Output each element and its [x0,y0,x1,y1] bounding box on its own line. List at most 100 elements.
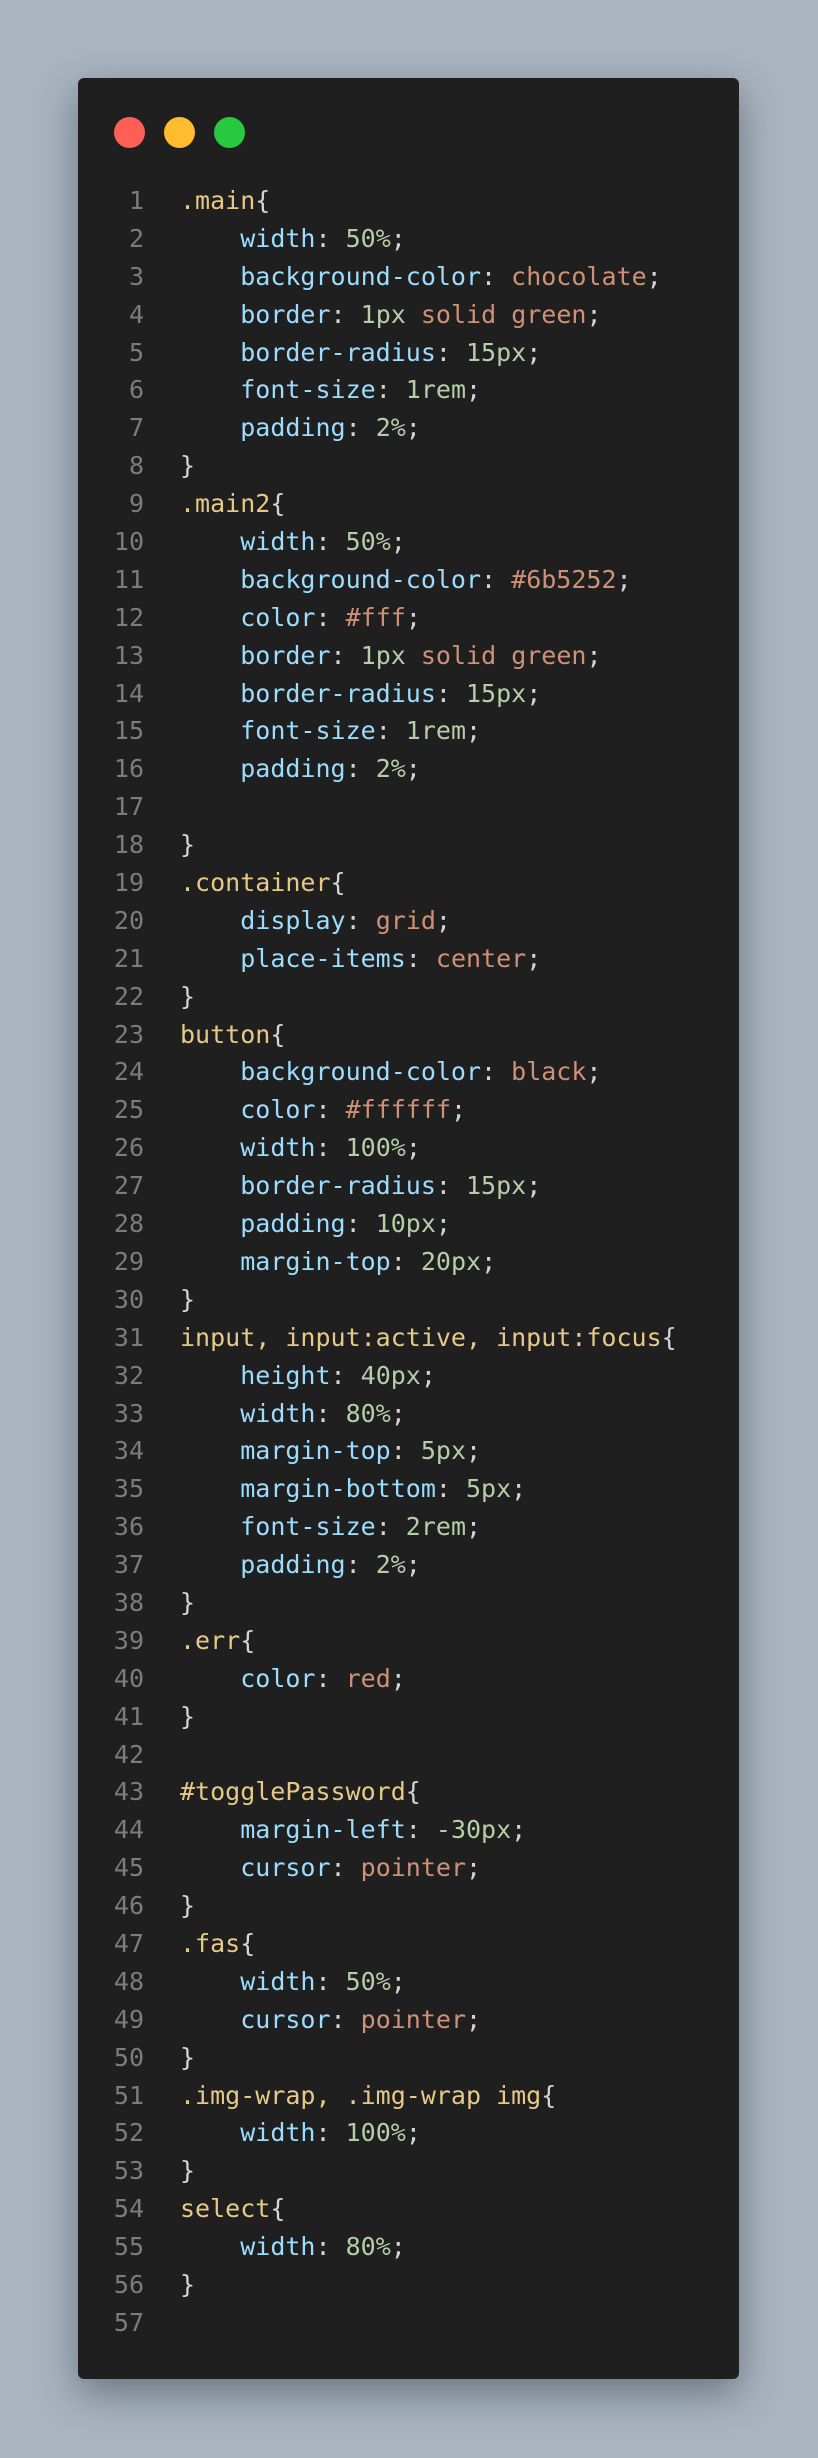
line-number: 5 [128,337,144,367]
line-number: 32 [113,1360,144,1390]
line-number: 36 [113,1512,144,1542]
code-token: ; [435,905,451,935]
code-line: 1 .main{ [78,182,739,220]
code-token: { [240,1625,256,1655]
code-token: 10px [375,1209,436,1239]
line-text: border: 1px solid green; [180,300,601,329]
code-token: width [240,2118,316,2148]
code-line: 36 font-size: 2rem; [78,1508,739,1546]
line-text: margin-top: 5px; [180,1436,481,1465]
line-text: background-color: chocolate; [180,261,661,291]
code-token: : [375,716,406,746]
code-token: } [180,981,196,1011]
line-number: 47 [113,1928,144,1958]
code-token: place-items [240,943,406,973]
code-line: 19 .container{ [78,864,739,902]
code-line: 3 background-color: chocolate; [78,258,739,296]
code-token: ; [420,1360,436,1390]
line-text: color: #fff; [180,603,421,632]
line-number: 17 [113,792,144,822]
code-token: : [330,1853,361,1883]
line-number: 20 [113,905,144,935]
code-token: .fas [180,1928,241,1958]
code-token: ; [511,1815,527,1845]
code-token: ; [466,1853,482,1883]
line-number: 16 [113,754,144,784]
line-text: width: 100%; [180,2118,421,2147]
close-dot-icon[interactable] [114,117,145,148]
line-text: } [180,2270,195,2299]
code-token: ; [616,564,632,594]
line-number: 15 [113,716,144,746]
code-token: 2% [375,413,406,443]
line-text: display: grid; [180,906,451,935]
code-token: .main2 [180,489,271,519]
line-text: padding: 2%; [180,1550,421,1579]
code-line: 28 padding: 10px; [78,1205,739,1243]
code-token: .main [180,186,256,215]
code-token: : [345,1550,376,1580]
code-token: 20px [420,1246,482,1276]
code-token: width [240,527,316,557]
code-token: width [240,2232,316,2262]
code-token: 2% [375,754,406,784]
line-text: } [180,830,195,859]
code-token: center [435,943,527,973]
line-text: font-size: 1rem; [180,375,481,404]
code-line: 57 [78,2304,739,2342]
line-text: cursor: pointer; [180,1853,481,1882]
code-token: height [240,1360,331,1390]
line-text: margin-bottom: 5px; [180,1474,526,1503]
code-token: margin-left [240,1815,406,1845]
code-token: green [511,640,587,670]
code-line: 16 padding: 2%; [78,750,739,788]
code-line: 34 margin-top: 5px; [78,1432,739,1470]
code-token: ; [390,1398,406,1428]
line-text: .fas{ [180,1929,255,1958]
code-token: chocolate [511,261,647,291]
code-token: red [345,1663,391,1693]
line-number: 51 [113,2080,144,2110]
line-text: padding: 2%; [180,754,421,783]
line-text: .img-wrap, .img-wrap img{ [180,2081,556,2110]
line-number: 10 [113,527,144,557]
code-token: ; [526,337,542,367]
code-line: 18} [78,826,739,864]
code-line: 29 margin-top: 20px; [78,1243,739,1281]
code-token: pointer [360,2004,466,2034]
code-token: : [345,754,376,784]
code-token: : [405,1815,436,1845]
code-token: { [330,868,346,898]
line-text: #togglePassword{ [180,1777,421,1806]
code-token: input, input:active, input:focus [180,1322,662,1352]
minimize-dot-icon[interactable] [164,117,195,148]
maximize-dot-icon[interactable] [214,117,245,148]
line-number: 42 [113,1739,144,1769]
code-token: solid [420,640,497,670]
line-text: .err{ [180,1626,255,1655]
code-token: : [315,223,346,253]
code-block: 1 .main{2 width: 50%; 3 background-color: … [78,182,739,2342]
line-number: 33 [113,1398,144,1428]
code-token: ; [405,602,421,632]
line-number: 2 [128,223,144,253]
line-text: color: red; [180,1664,406,1693]
code-line: 5 border-radius: 15px; [78,334,739,372]
code-line: 27 border-radius: 15px; [78,1167,739,1205]
code-line: 48 width: 50%; [78,1963,739,2001]
code-token: 15px [466,337,527,367]
code-token: 80% [345,2232,391,2262]
line-number: 53 [113,2156,144,2186]
code-window: 1 .main{2 width: 50%; 3 background-color: … [78,78,739,2379]
line-text: cursor: pointer; [180,2005,481,2034]
code-token: 100% [345,1133,406,1163]
code-line: 51 .img-wrap, .img-wrap img{ [78,2077,739,2115]
code-token: : [345,905,376,935]
line-text: } [180,1891,195,1920]
code-token: } [180,2269,196,2299]
